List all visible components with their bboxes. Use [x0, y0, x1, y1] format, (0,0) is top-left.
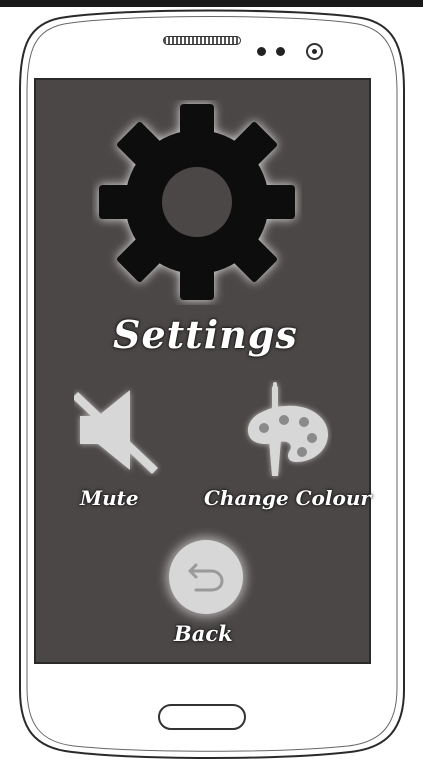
gear-icon — [99, 104, 295, 300]
palette-brush-icon[interactable] — [240, 380, 332, 480]
back-label[interactable]: Back — [174, 621, 233, 646]
settings-title: Settings — [113, 312, 298, 357]
home-button[interactable] — [158, 704, 246, 730]
front-camera — [306, 43, 323, 60]
mute-label[interactable]: Mute — [80, 486, 139, 510]
back-arrow-icon — [188, 563, 224, 592]
back-button[interactable] — [169, 540, 243, 614]
change-colour-label[interactable]: Change Colour — [204, 486, 371, 510]
speaker-muted-icon[interactable] — [74, 384, 164, 476]
earpiece-speaker — [163, 36, 241, 45]
light-sensor — [276, 47, 285, 56]
proximity-sensor — [257, 47, 266, 56]
